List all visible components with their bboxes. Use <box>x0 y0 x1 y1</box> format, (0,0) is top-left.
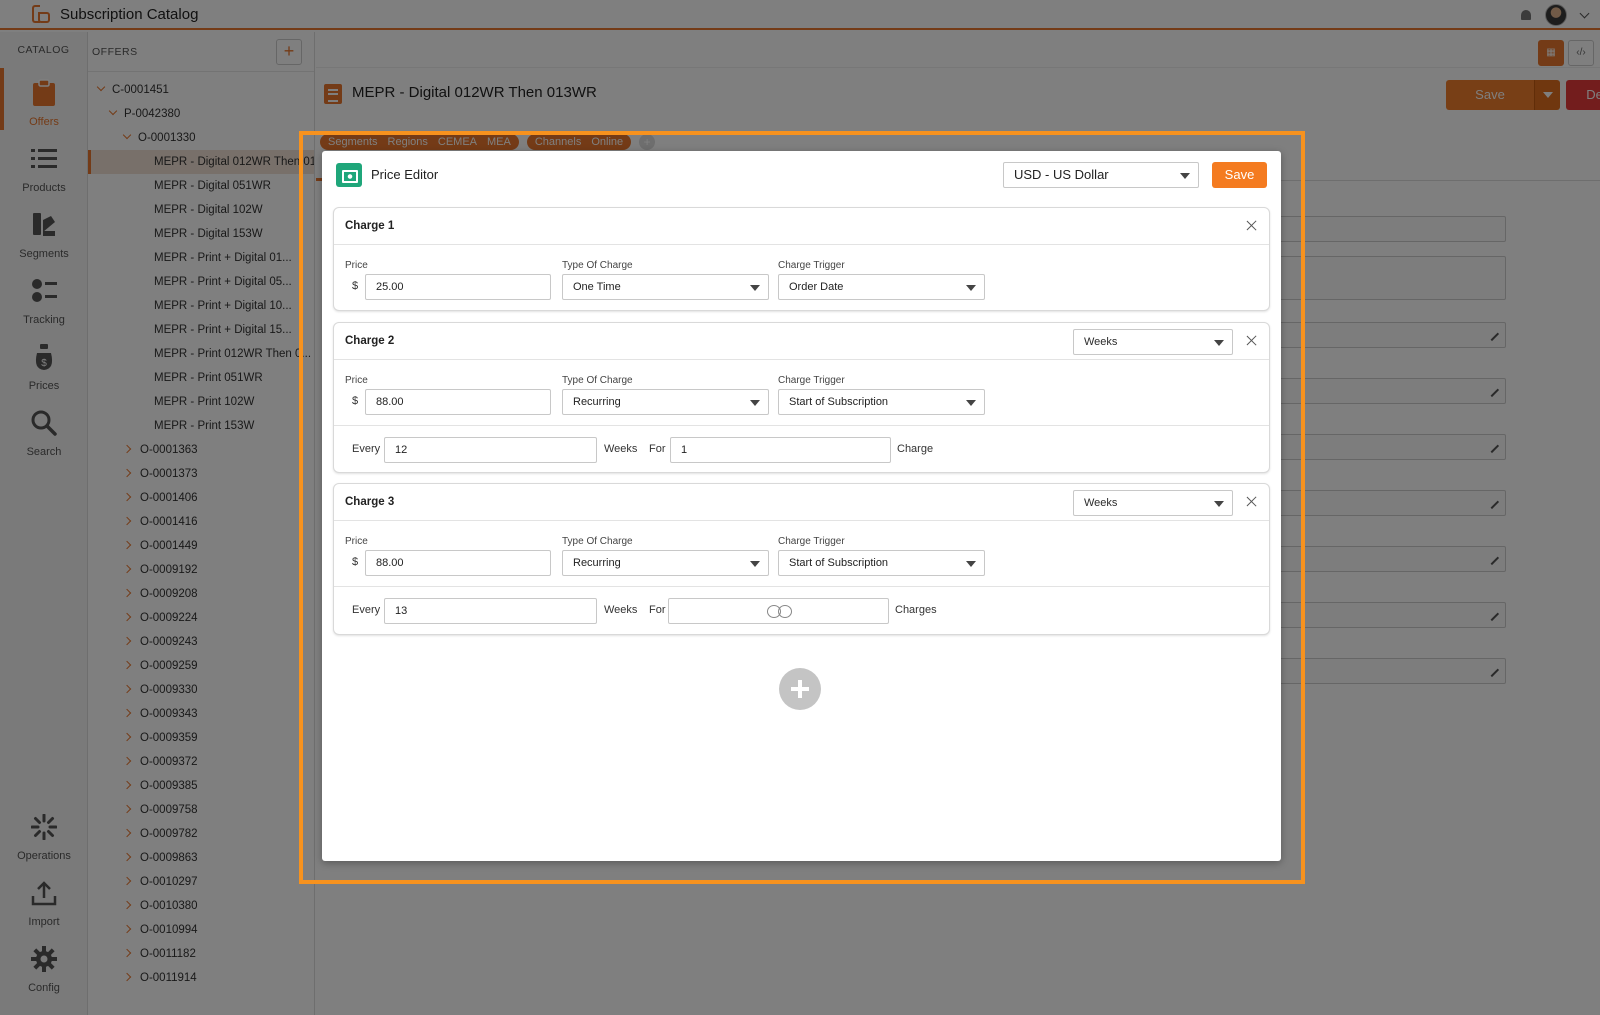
charge-trigger-select[interactable]: Start of Subscription <box>778 389 985 415</box>
every-input[interactable]: 12 <box>384 437 597 463</box>
frequency-row: Every 13 Weeks For Charges <box>334 586 1269 634</box>
type-label: Type Of Charge <box>562 536 633 547</box>
charge-title: Charge 1 <box>345 220 395 232</box>
charge-card: Charge 1 Price $ 25.00 Type Of Charge On… <box>333 207 1270 311</box>
charge-card: Charge 3 Weeks Price $ 88.00 Type Of Cha… <box>333 483 1270 635</box>
type-value: One Time <box>573 281 621 293</box>
type-value: Recurring <box>573 557 621 569</box>
every-label: Every <box>352 604 381 616</box>
infinity-icon <box>767 605 793 618</box>
caret-down-icon <box>1214 501 1224 507</box>
charge-card: Charge 2 Weeks Price $ 88.00 Type Of Cha… <box>333 322 1270 473</box>
close-icon[interactable] <box>1246 496 1257 507</box>
close-icon[interactable] <box>1246 220 1257 231</box>
caret-down-icon <box>750 561 760 567</box>
for-label: For <box>649 604 666 616</box>
period-unit-select[interactable]: Weeks <box>1073 329 1233 355</box>
price-label: Price <box>345 375 368 386</box>
caret-down-icon <box>1214 340 1224 346</box>
for-input[interactable] <box>668 598 889 624</box>
type-label: Type Of Charge <box>562 260 633 271</box>
unit-value: Weeks <box>1084 497 1118 509</box>
close-icon[interactable] <box>1246 335 1257 346</box>
charge-title: Charge 2 <box>345 335 395 347</box>
period-unit-select[interactable]: Weeks <box>1073 490 1233 516</box>
trigger-label: Charge Trigger <box>778 536 845 547</box>
add-charge-button[interactable] <box>779 668 821 710</box>
for-unit-label: Charge <box>897 443 934 455</box>
for-input[interactable]: 1 <box>670 437 891 463</box>
caret-down-icon <box>966 285 976 291</box>
price-input[interactable]: 25.00 <box>365 274 551 300</box>
price-input[interactable]: 88.00 <box>365 389 551 415</box>
money-icon <box>336 163 362 187</box>
trigger-value: Start of Subscription <box>789 557 889 569</box>
charge-trigger-select[interactable]: Start of Subscription <box>778 550 985 576</box>
caret-down-icon <box>966 561 976 567</box>
currency-symbol: $ <box>352 556 359 568</box>
modal-header: Price Editor USD - US Dollar Save <box>322 151 1281 199</box>
caret-down-icon <box>1180 173 1190 179</box>
modal-save-button[interactable]: Save <box>1212 162 1267 188</box>
for-label: For <box>649 443 666 455</box>
type-of-charge-select[interactable]: Recurring <box>562 550 769 576</box>
frequency-row: Every 12 Weeks For 1 Charge <box>334 425 1269 473</box>
unit-value: Weeks <box>1084 336 1118 348</box>
trigger-value: Order Date <box>789 281 844 293</box>
type-of-charge-select[interactable]: One Time <box>562 274 769 300</box>
currency-select[interactable]: USD - US Dollar <box>1003 162 1199 188</box>
price-editor-modal: Price Editor USD - US Dollar Save Charge… <box>322 151 1281 861</box>
every-label: Every <box>352 443 381 455</box>
type-label: Type Of Charge <box>562 375 633 386</box>
every-unit-label: Weeks <box>604 443 638 455</box>
every-input[interactable]: 13 <box>384 598 597 624</box>
caret-down-icon <box>750 400 760 406</box>
for-unit-label: Charges <box>895 604 937 616</box>
price-label: Price <box>345 536 368 547</box>
type-value: Recurring <box>573 396 621 408</box>
currency-symbol: $ <box>352 395 359 407</box>
charge-trigger-select[interactable]: Order Date <box>778 274 985 300</box>
caret-down-icon <box>750 285 760 291</box>
trigger-value: Start of Subscription <box>789 396 889 408</box>
trigger-label: Charge Trigger <box>778 260 845 271</box>
charge-title: Charge 3 <box>345 496 395 508</box>
charge-header: Charge 2 Weeks <box>334 323 1269 360</box>
currency-symbol: $ <box>352 280 359 292</box>
charge-header: Charge 1 <box>334 208 1269 245</box>
charge-header: Charge 3 Weeks <box>334 484 1269 521</box>
type-of-charge-select[interactable]: Recurring <box>562 389 769 415</box>
caret-down-icon <box>966 400 976 406</box>
currency-value: USD - US Dollar <box>1014 167 1109 182</box>
price-input[interactable]: 88.00 <box>365 550 551 576</box>
every-unit-label: Weeks <box>604 604 638 616</box>
modal-title: Price Editor <box>371 167 439 182</box>
trigger-label: Charge Trigger <box>778 375 845 386</box>
price-label: Price <box>345 260 368 271</box>
